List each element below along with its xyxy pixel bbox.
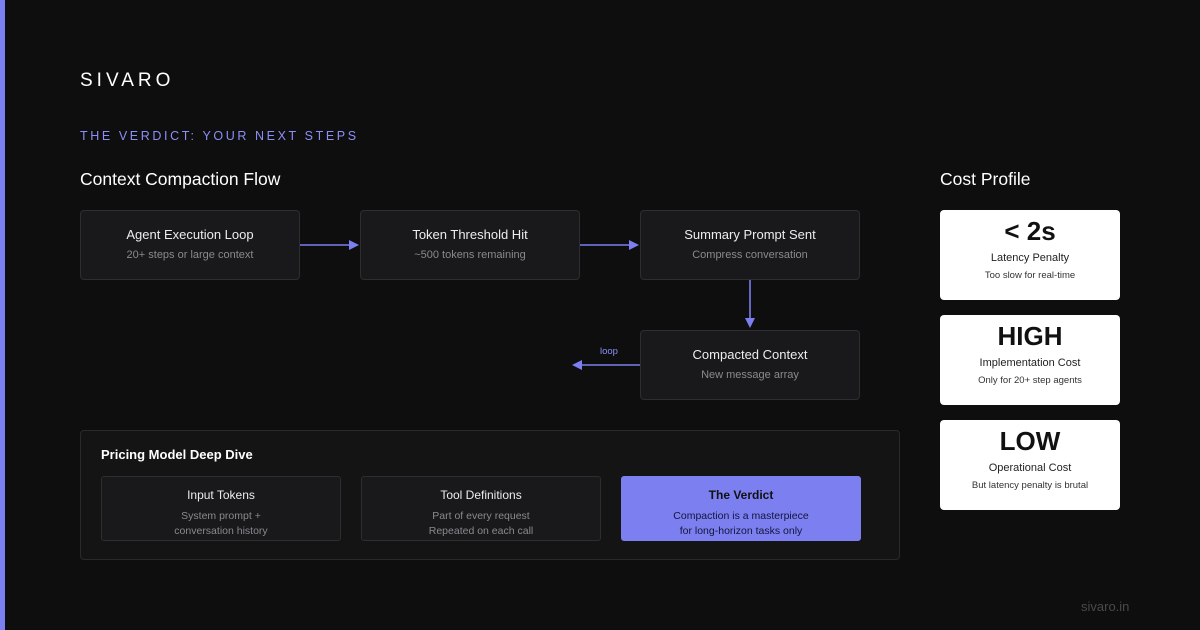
cost-card-latency: < 2s Latency Penalty Too slow for real-t… xyxy=(940,210,1120,300)
flow-node-title: Agent Execution Loop xyxy=(126,227,254,242)
arrow-compacted-loop-back xyxy=(572,360,640,370)
pricing-card-title: Tool Definitions xyxy=(440,488,522,502)
loop-label: loop xyxy=(600,346,618,357)
pricing-card-line: conversation history xyxy=(174,525,268,537)
pricing-card-line: System prompt + xyxy=(181,510,261,522)
arrow-loop-to-threshold xyxy=(300,240,359,250)
pricing-card-line: Repeated on each call xyxy=(428,525,534,537)
arrow-summary-to-compacted xyxy=(745,280,755,328)
flow-node-subtitle: 20+ steps or large context xyxy=(126,249,254,261)
pricing-card-tool-definitions: Tool Definitions Part of every request R… xyxy=(361,476,601,541)
footer-url[interactable]: sivaro.in xyxy=(1081,599,1129,614)
pricing-panel: Pricing Model Deep Dive Input Tokens Sys… xyxy=(80,430,900,560)
flow-node-title: Summary Prompt Sent xyxy=(684,227,816,242)
cost-card-operational: LOW Operational Cost But latency penalty… xyxy=(940,420,1120,510)
pricing-card-line: Part of every request xyxy=(432,510,530,522)
pricing-card-line: for long-horizon tasks only xyxy=(679,525,803,537)
cost-card-implementation: HIGH Implementation Cost Only for 20+ st… xyxy=(940,315,1120,405)
pricing-card-description: System prompt + conversation history xyxy=(102,509,340,539)
pricing-card-title: Input Tokens xyxy=(187,488,255,502)
flow-node-token-threshold: Token Threshold Hit ~500 tokens remainin… xyxy=(360,210,580,280)
flow-title: Context Compaction Flow xyxy=(80,169,281,189)
accent-bar xyxy=(0,0,5,630)
flow-node-title: Token Threshold Hit xyxy=(412,227,528,242)
flow-node-subtitle: Compress conversation xyxy=(692,249,808,261)
arrow-threshold-to-summary xyxy=(580,240,639,250)
pricing-title: Pricing Model Deep Dive xyxy=(101,447,253,462)
cost-card-value: HIGH xyxy=(997,321,1063,351)
flow-node-summary-prompt: Summary Prompt Sent Compress conversatio… xyxy=(640,210,860,280)
pricing-card-line: Compaction is a masterpiece xyxy=(673,510,809,522)
brand-logo: SIVARO xyxy=(80,70,175,91)
pricing-card-verdict: The Verdict Compaction is a masterpiece … xyxy=(621,476,861,541)
flow-node-compacted-context: Compacted Context New message array xyxy=(640,330,860,400)
flow-node-agent-loop: Agent Execution Loop 20+ steps or large … xyxy=(80,210,300,280)
cost-card-value: LOW xyxy=(999,426,1061,456)
cost-card-value: < 2s xyxy=(1004,216,1056,246)
cost-profile-title: Cost Profile xyxy=(940,169,1031,189)
flow-node-subtitle: ~500 tokens remaining xyxy=(414,249,526,261)
cost-card-label: Operational Cost xyxy=(988,462,1072,474)
pricing-card-description: Part of every request Repeated on each c… xyxy=(362,509,600,539)
cost-card-subtext: Only for 20+ step agents xyxy=(978,375,1082,386)
eyebrow-heading: THE VERDICT: YOUR NEXT STEPS xyxy=(80,129,359,143)
flow-node-subtitle: New message array xyxy=(701,369,799,381)
cost-card-subtext: But latency penalty is brutal xyxy=(971,480,1089,491)
pricing-card-title: The Verdict xyxy=(708,488,774,502)
flow-node-title: Compacted Context xyxy=(692,347,808,362)
cost-card-subtext: Too slow for real-time xyxy=(984,270,1076,281)
cost-card-label: Implementation Cost xyxy=(979,357,1081,369)
pricing-card-description: Compaction is a masterpiece for long-hor… xyxy=(622,509,860,539)
pricing-card-input-tokens: Input Tokens System prompt + conversatio… xyxy=(101,476,341,541)
cost-card-label: Latency Penalty xyxy=(990,252,1070,264)
